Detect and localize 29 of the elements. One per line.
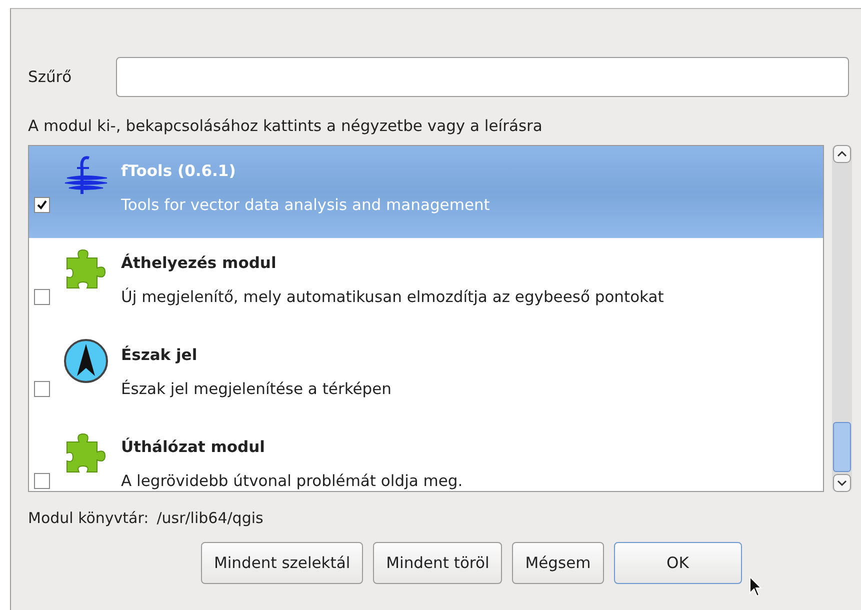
plugin-title: fTools (0.6.1): [121, 162, 237, 180]
checkbox[interactable]: [34, 381, 50, 397]
library-label: Modul könyvtár:: [28, 509, 149, 527]
scroll-down-icon[interactable]: [833, 474, 851, 492]
checkbox[interactable]: [34, 473, 50, 489]
scroll-thumb[interactable]: [833, 422, 851, 472]
plugin-title: Áthelyezés modul: [121, 254, 278, 272]
plugin-row[interactable]: Áthelyezés modul Új megjelenítő, mely automatikusan elmozdítja az egybeeső pontokat: [29, 238, 823, 330]
filter-label: Szűrő: [28, 68, 73, 86]
plugin-row[interactable]: Úthálózat modul A legrövidebb útvonal problémát oldja meg.: [29, 422, 823, 491]
plugin-title: Észak jel: [121, 346, 198, 364]
mouse-cursor-icon: [749, 576, 763, 598]
dialog-button[interactable]: Mindent szelektál: [201, 542, 364, 584]
dialog-button[interactable]: Mindent töröl: [373, 542, 502, 584]
plugin-description: A legrövidebb útvonal problémát oldja meg.: [121, 472, 463, 490]
dialog-button[interactable]: Mégsem: [512, 542, 604, 584]
plugin-description: Új megjelenítő, mely automatikusan elmozdítja az egybeeső pontokat: [121, 288, 664, 306]
checkbox[interactable]: [34, 289, 50, 305]
plugin-row[interactable]: Észak jel Észak jel megjelenítése a térképen: [29, 330, 823, 422]
checkbox[interactable]: [34, 197, 50, 213]
scrollbar[interactable]: [832, 145, 852, 492]
library-path: /usr/lib64/qgis: [156, 509, 264, 527]
plugin-title: Úthálózat modul: [121, 438, 266, 456]
plugin-description: Tools for vector data analysis and management: [121, 196, 490, 214]
hint-text: A modul ki-, bekapcsolásához kattints a négyzetbe vagy a leírásra: [28, 117, 544, 135]
filter-field[interactable]: [116, 57, 849, 97]
scroll-up-icon[interactable]: [833, 145, 851, 163]
plugin-description: Észak jel megjelenítése a térképen: [121, 380, 392, 398]
dialog-button[interactable]: OK: [614, 542, 742, 584]
